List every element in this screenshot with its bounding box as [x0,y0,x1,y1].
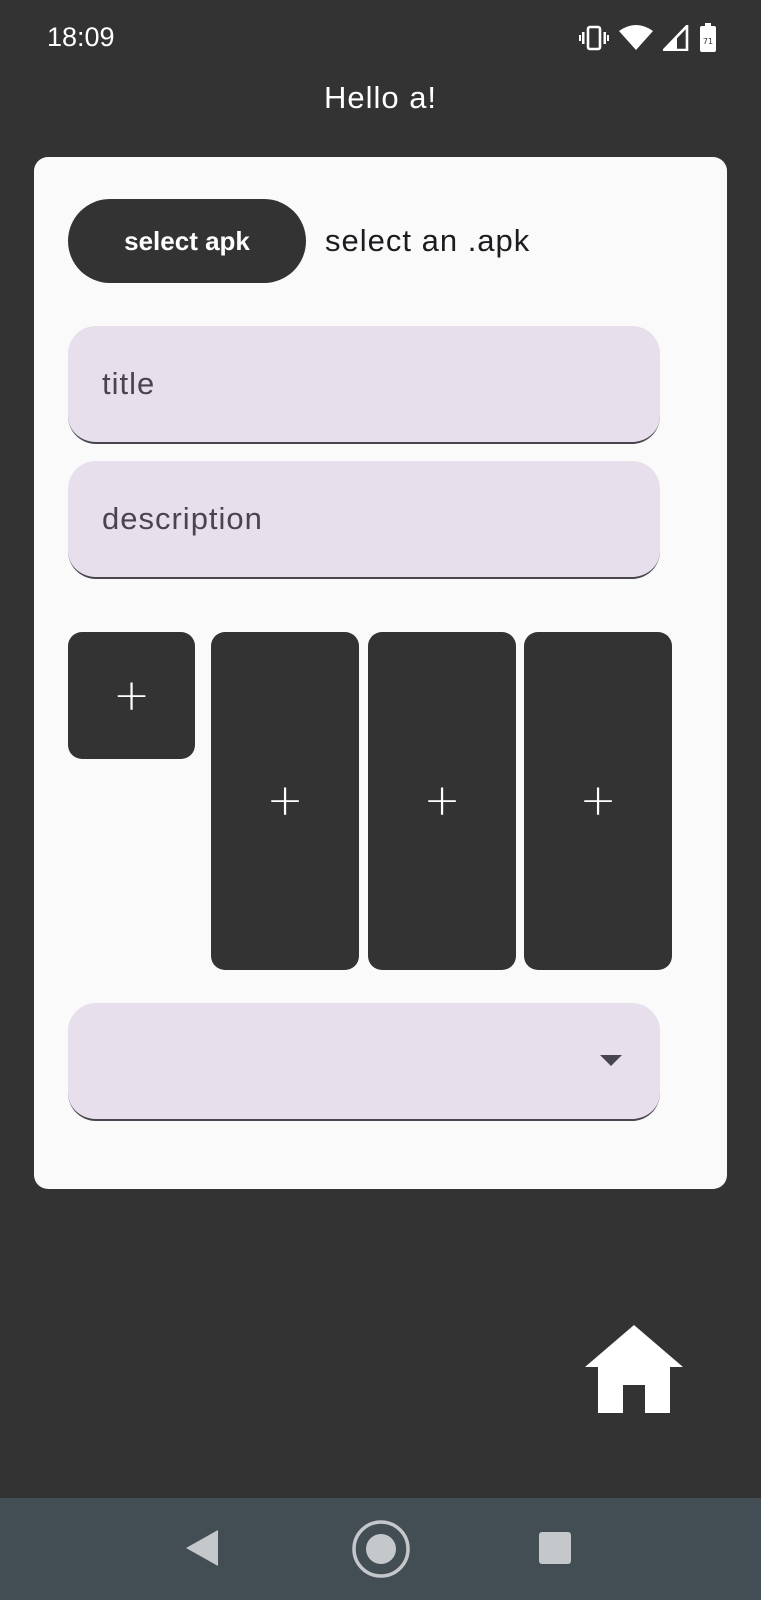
wifi-icon [619,25,653,50]
status-time: 18:09 [47,22,115,52]
recents-icon[interactable] [538,1531,572,1565]
greeting-title: Hello a! [323,80,438,115]
description-placeholder: description [102,501,263,536]
add-screenshot-2-button[interactable]: + [368,632,516,970]
status-bar: 18:09 71 [0,0,761,80]
title-placeholder: title [102,366,156,401]
select-apk-button[interactable]: select apk [68,199,306,283]
plus-icon: + [113,669,150,721]
home-icon[interactable] [583,1323,685,1415]
add-screenshot-1-button[interactable]: + [211,632,359,970]
home-circle-icon[interactable] [351,1519,411,1579]
dropdown-arrow-icon [600,1055,622,1066]
battery-icon: 71 [700,23,716,52]
select-apk-hint: select an .apk [325,223,531,258]
add-screenshot-3-button[interactable]: + [524,632,672,970]
battery-level: 71 [703,37,713,46]
cell-signal-icon [663,25,689,51]
vibrate-icon [579,25,609,51]
back-icon[interactable] [184,1528,220,1568]
plus-icon: + [266,775,304,826]
description-field[interactable]: description [68,461,660,579]
add-icon-image-button[interactable]: + [68,632,195,759]
plus-icon: + [579,775,617,826]
upload-form-card: select apk select an .apk title descript… [34,157,727,1189]
category-dropdown[interactable] [68,1003,660,1121]
title-field[interactable]: title [68,326,660,444]
plus-icon: + [423,775,461,826]
system-nav-bar [0,1498,761,1600]
status-icons: 71 [579,22,717,54]
